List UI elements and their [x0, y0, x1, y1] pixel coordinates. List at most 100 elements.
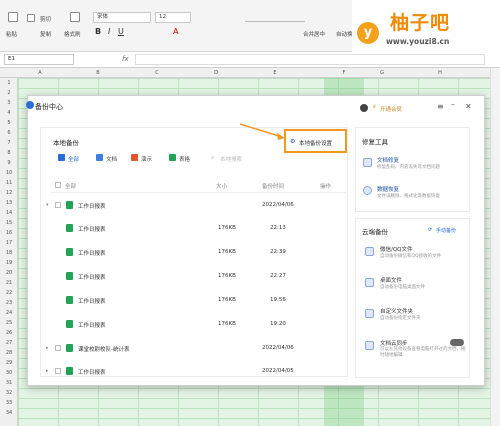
font-name-select[interactable]: 宋体 [93, 12, 151, 23]
cloud-sync-toggle[interactable] [450, 339, 464, 346]
file-time: 22:39 [270, 249, 286, 255]
align-group[interactable] [245, 12, 305, 22]
close-icon[interactable]: ✕ [465, 102, 472, 111]
column-letter[interactable]: G [362, 68, 402, 78]
row-number: 13 [5, 200, 13, 206]
spreadsheet-icon [66, 272, 73, 280]
local-search-input[interactable]: 本地搜索 [220, 155, 242, 163]
data-recovery-desc: 文件误删除、格式化等数据恢复 [377, 194, 440, 199]
row-checkbox[interactable] [55, 368, 61, 374]
file-name[interactable]: 工作日报表 [78, 273, 106, 281]
row-checkbox[interactable] [55, 345, 61, 351]
cloud-item-desc: 可以从其他设备查看电脑打开过的文档，随时随地编辑 [380, 347, 466, 358]
header-divider [50, 192, 346, 193]
header-operation: 操作 [320, 184, 332, 190]
format-painter-icon[interactable] [70, 12, 80, 22]
cloud-item-name[interactable]: 微信/QQ文件 [380, 245, 413, 253]
cloud-item-name[interactable]: 自定义文件夹 [380, 307, 413, 315]
group-name: 工作日报表 [78, 204, 106, 210]
fx-icon[interactable]: fx [122, 55, 129, 63]
ppt-filter-icon [131, 154, 138, 161]
row-number: 23 [5, 300, 13, 306]
italic-icon[interactable]: I [108, 27, 110, 36]
row-checkbox[interactable] [55, 202, 61, 208]
filter-ppt[interactable]: 演示 [141, 155, 152, 163]
font-size-select[interactable]: 12 [155, 12, 191, 23]
doc-filter-icon [96, 154, 103, 161]
column-letter[interactable]: D [196, 68, 236, 78]
group-date: 2022/04/05 [262, 368, 294, 374]
file-name[interactable]: 工作日报表 [78, 249, 106, 257]
row-number: 5 [7, 120, 11, 126]
paste-icon[interactable] [8, 12, 18, 22]
column-letter[interactable]: A [20, 68, 60, 78]
chevron-right-icon[interactable]: ▸ [46, 368, 49, 374]
cloud-backup-title: 云端备份 [362, 228, 388, 236]
name-box[interactable]: E1 [4, 54, 74, 65]
underline-icon[interactable]: U [118, 27, 124, 36]
desktop-icon [365, 278, 374, 287]
cloud-item-name[interactable]: 桌面文件 [380, 276, 402, 284]
file-size: 176KB [218, 321, 236, 327]
row-number: 29 [5, 360, 13, 366]
column-letter[interactable]: E [255, 68, 295, 78]
file-size: 176KB [218, 273, 236, 279]
search-icon: ⌕ [211, 154, 215, 161]
copy-button[interactable]: 复制 [40, 30, 51, 38]
font-color-icon[interactable]: A [173, 27, 178, 36]
column-letter[interactable]: B [78, 68, 118, 78]
format-painter-button[interactable]: 格式刷 [64, 30, 81, 38]
all-filter-icon [58, 154, 65, 161]
document-repair-icon [363, 158, 372, 167]
manual-backup-link[interactable]: 手动备份 [436, 227, 456, 234]
column-letter[interactable]: F [324, 68, 364, 78]
spreadsheet-icon [66, 201, 73, 209]
merge-center-button[interactable]: 合并居中 [303, 30, 325, 38]
local-backup-settings-link[interactable]: 本地备份设置 [299, 139, 332, 147]
cloud-item-desc: 自动备份指定文件夹 [380, 316, 421, 321]
file-name[interactable]: 工作日报表 [78, 225, 106, 233]
row-number: 30 [5, 370, 13, 376]
filter-sheet[interactable]: 表格 [179, 155, 190, 163]
filter-all[interactable]: 全部 [68, 155, 79, 163]
document-repair-link[interactable]: 文档修复 [377, 156, 399, 164]
row-number: 9 [7, 160, 11, 166]
file-size: 176KB [218, 297, 236, 303]
row-number: 17 [5, 240, 13, 246]
row-number: 19 [5, 260, 13, 266]
spreadsheet-icon [66, 320, 73, 328]
select-all-checkbox[interactable] [55, 182, 61, 188]
cloud-item-name[interactable]: 文档云同步 [380, 339, 408, 347]
row-number: 6 [7, 130, 11, 136]
row-number: 34 [5, 410, 13, 416]
filter-doc[interactable]: 文档 [106, 155, 117, 163]
header-size: 大小 [216, 184, 228, 190]
chevron-right-icon[interactable]: ▸ [46, 345, 49, 351]
chevron-down-icon[interactable]: ▾ [46, 202, 49, 208]
row-number: 33 [5, 400, 13, 406]
avatar[interactable] [360, 104, 368, 112]
file-name[interactable]: 工作日报表 [78, 297, 106, 305]
menu-icon[interactable]: ≡ [437, 102, 444, 111]
open-member-link[interactable]: 开通会员 [380, 105, 402, 113]
paste-button[interactable]: 粘贴 [6, 30, 17, 38]
row-number: 16 [5, 230, 13, 236]
manual-backup-icon: ⟳ [428, 227, 433, 233]
file-time: 19:56 [270, 297, 286, 303]
file-size: 176KB [218, 249, 236, 255]
cut-button[interactable]: 剪切 [40, 15, 51, 23]
column-letter[interactable]: H [420, 68, 460, 78]
row-header: 1 2 3 4 5 6 7 8 9 10 11 12 13 14 15 16 1… [0, 78, 18, 426]
settings-gear-icon[interactable]: ⚙ [290, 138, 295, 145]
file-size: 176KB [218, 225, 236, 231]
row-number: 22 [5, 290, 13, 296]
column-letter[interactable]: C [137, 68, 177, 78]
minimize-icon[interactable]: – [451, 100, 455, 109]
formula-input[interactable] [135, 54, 485, 65]
row-number: 8 [7, 150, 11, 156]
bold-icon[interactable]: B [95, 27, 101, 36]
data-recovery-link[interactable]: 数据恢复 [377, 185, 399, 193]
row-number: 14 [5, 210, 13, 216]
row-number: 1 [7, 80, 11, 86]
file-name[interactable]: 工作日报表 [78, 321, 106, 329]
